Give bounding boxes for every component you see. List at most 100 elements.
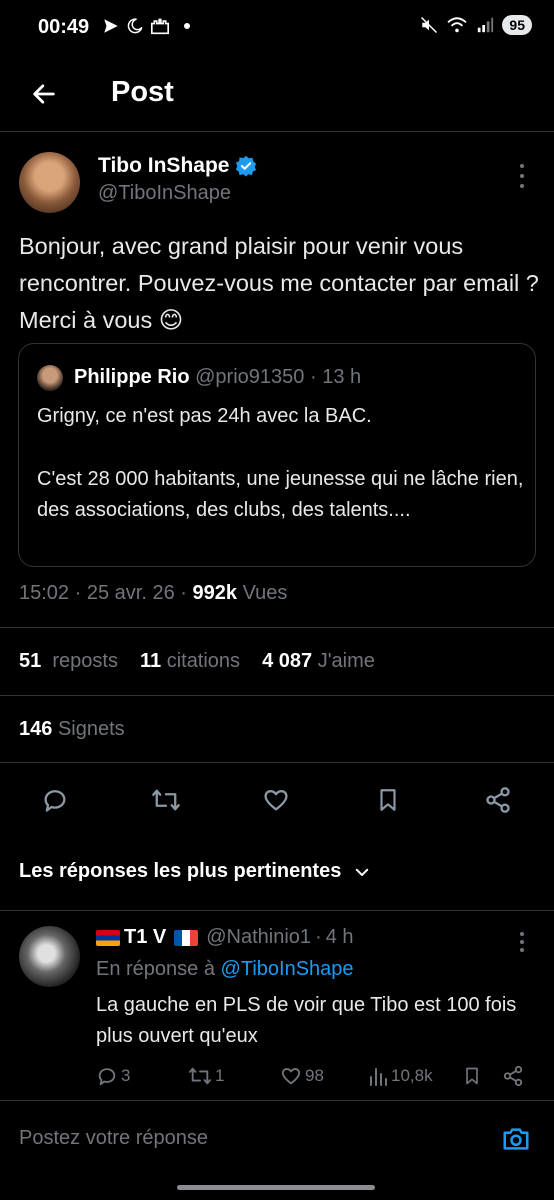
divider (0, 910, 554, 911)
share-button[interactable] (480, 782, 516, 818)
divider (0, 762, 554, 763)
reply-bookmark-button[interactable] (462, 1065, 482, 1087)
reply-button[interactable] (37, 782, 73, 818)
reply-views-button[interactable]: 10,8k (368, 1065, 433, 1087)
bookmark-icon (380, 789, 396, 811)
share-icon (503, 1065, 523, 1087)
tweet-meta: 15:02 · 25 avr. 26 · 992k Vues (19, 582, 287, 605)
replies-sort-dropdown[interactable]: Les réponses les plus pertinentes (19, 860, 371, 883)
reply-sep: · (315, 926, 322, 948)
reply-icon (44, 790, 66, 812)
armenia-flag-icon (96, 929, 120, 946)
home-indicator[interactable] (177, 1185, 375, 1190)
reply-repost-button[interactable]: 1 (188, 1065, 224, 1087)
quote-line-2: C'est 28 000 habitants, une jeunesse qui… (37, 467, 524, 522)
reply-avatar[interactable] (19, 926, 80, 987)
citations-count: 11 (139, 650, 162, 672)
views-bar-icon (370, 1068, 387, 1086)
reply-more-button[interactable] (512, 932, 532, 952)
bookmarks-stat[interactable]: 146 Signets (19, 718, 125, 741)
views-label: Vues (242, 582, 288, 604)
views-count: 992k (192, 582, 238, 604)
meta-sep: · (180, 582, 187, 604)
reply-like-button[interactable]: 98 (280, 1065, 324, 1087)
status-left-icons (102, 17, 190, 35)
citations-stat[interactable]: 11 citations (140, 650, 240, 673)
tweet-actions (0, 782, 554, 818)
quote-header: Philippe Rio @prio91350 · 13 h (74, 366, 361, 389)
author-avatar[interactable] (19, 152, 80, 213)
status-time: 00:49 (38, 16, 90, 38)
reply-share-button[interactable] (502, 1065, 524, 1087)
likes-label: J'aime (317, 650, 375, 672)
chevron-down-icon (356, 868, 369, 876)
send-icon (104, 19, 118, 33)
meta-sep: · (74, 582, 82, 604)
likes-stat[interactable]: 4 087 J'aime (262, 650, 375, 673)
dot-icon (184, 23, 190, 29)
in-reply-prefix: En réponse à (96, 958, 215, 980)
more-dots-icon (520, 932, 524, 936)
more-dot (520, 948, 524, 952)
france-flag-icon (174, 929, 199, 946)
more-options-button[interactable] (512, 164, 532, 188)
castle-icon (151, 18, 169, 35)
likes-count: 4 087 (262, 650, 313, 672)
back-button[interactable] (24, 74, 64, 114)
author-name-row[interactable]: Tibo InShape (98, 154, 257, 178)
in-reply-handle-link[interactable]: @TiboInShape (221, 958, 354, 980)
bookmark-button[interactable] (370, 782, 406, 818)
wifi-icon (447, 17, 468, 33)
reply-header: T1 V @Nathinio1 · 4 h (96, 926, 354, 949)
reply-handle[interactable]: @Nathinio1 (206, 926, 311, 949)
reply-text: La gauche en PLS de voir que Tibo est 10… (96, 994, 517, 1047)
author-name[interactable]: Tibo InShape (98, 154, 229, 178)
quote-age: 13 h (322, 366, 362, 388)
replies-sort-label: Les réponses les plus pertinentes (19, 860, 342, 882)
quote-body: Grigny, ce n'est pas 24h avec la BAC. C'… (37, 401, 527, 527)
quote-line-1: Grigny, ce n'est pas 24h avec la BAC. (37, 405, 372, 427)
quote-spacer (37, 433, 527, 464)
engagement-stats: 51 reposts 11 citations 4 087 J'aime (19, 650, 397, 673)
more-dot (520, 184, 524, 188)
divider (0, 695, 554, 696)
like-button[interactable] (258, 782, 294, 818)
more-dots-icon (520, 164, 524, 168)
reply-input[interactable]: Postez votre réponse (19, 1127, 208, 1150)
quote-author-name: Philippe Rio (74, 366, 190, 388)
reposts-count: 51 (19, 650, 42, 672)
page-title: Post (111, 76, 174, 108)
heart-icon (281, 1068, 301, 1085)
divider (0, 131, 554, 132)
verified-badge-icon (236, 155, 257, 177)
tweet-date: 25 avr. 26 (86, 582, 175, 604)
reply-reply-button[interactable]: 3 (96, 1065, 130, 1087)
bookmarks-count: 146 (19, 718, 53, 740)
status-right-icons: 95 (420, 15, 532, 35)
reply-age: 4 h (325, 926, 354, 948)
top-nav: Post (0, 58, 554, 130)
author-handle[interactable]: @TiboInShape (98, 182, 231, 205)
mute-icon (421, 16, 438, 34)
share-icon (486, 787, 510, 813)
reply-icon (98, 1068, 116, 1086)
repost-icon (189, 1067, 211, 1085)
more-dot (520, 174, 524, 178)
reply-likes-count: 98 (305, 1066, 324, 1085)
reposts-stat[interactable]: 51 reposts (19, 650, 118, 673)
in-reply-to: En réponse à @TiboInShape (96, 958, 354, 981)
tweet-time: 15:02 (19, 582, 70, 604)
reply-reposts-count: 1 (215, 1066, 225, 1085)
quoted-tweet[interactable]: Philippe Rio @prio91350 · 13 h Grigny, c… (18, 343, 536, 567)
citations-label: citations (166, 650, 241, 672)
camera-icon (503, 1128, 529, 1150)
camera-button[interactable] (500, 1123, 532, 1155)
quote-sep: · (309, 366, 317, 388)
signal-icon (478, 17, 494, 33)
tweet-text: Bonjour, avec grand plaisir pour venir v… (19, 233, 539, 333)
bookmarks-label: Signets (57, 718, 125, 740)
reply-author-name[interactable]: T1 V (124, 926, 166, 949)
reply-replies-count: 3 (121, 1066, 131, 1085)
repost-button[interactable] (148, 782, 184, 818)
more-dot (520, 940, 524, 944)
